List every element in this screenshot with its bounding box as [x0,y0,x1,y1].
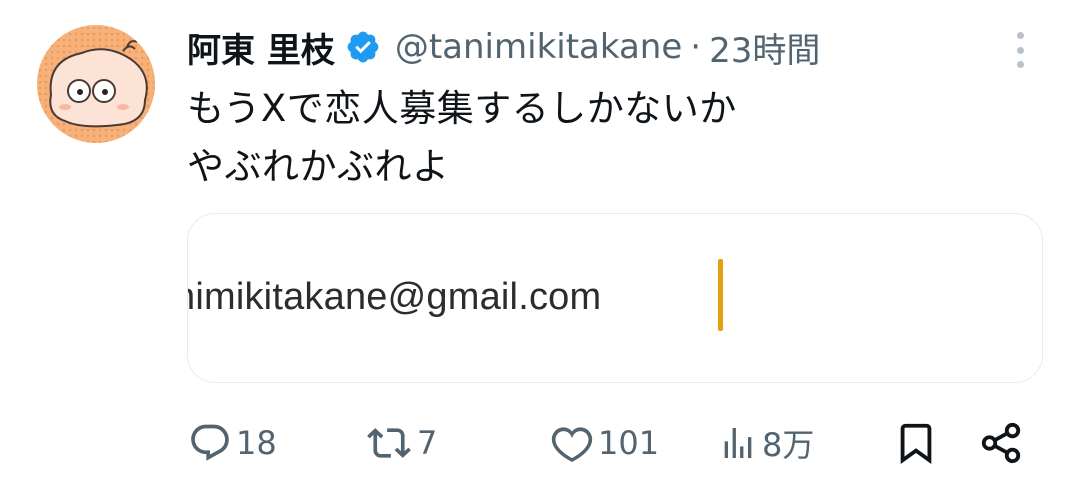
like-button[interactable]: 101 [550,415,659,470]
views-button[interactable]: 8万 [718,415,814,470]
media-card[interactable]: nimikitakane@gmail.com [187,213,1043,383]
action-bar: 18 7 101 8万 [0,415,1080,470]
display-name[interactable]: 阿東 里枝 [187,23,335,72]
share-button[interactable] [978,415,1024,470]
retweet-button[interactable]: 7 [365,415,437,470]
text-caret [718,259,723,331]
more-dot [1016,46,1024,54]
reply-count: 18 [236,423,277,462]
separator-dot: · [690,27,702,67]
retweet-icon [367,427,411,458]
bookmark-icon [900,423,932,464]
tweet-text: もうXで恋人募集するしかないか やぶれかぶれよ [187,80,1027,196]
user-handle[interactable]: @tanimikitakane [395,27,682,67]
media-card-text: nimikitakane@gmail.com [187,276,602,318]
tweet-header: 阿東 里枝 @tanimikitakane · 23時間 [187,22,980,72]
more-options-icon[interactable] [1005,28,1035,72]
bookmark-button[interactable] [893,415,939,470]
retweet-count: 7 [417,423,438,462]
more-dot [1016,61,1024,68]
verified-badge-icon [345,29,381,65]
views-count: 8万 [762,425,815,464]
avatar[interactable] [37,25,155,143]
tweet-text-line: もうXで恋人募集するしかないか [187,87,737,130]
like-count: 101 [598,423,660,462]
timestamp[interactable]: 23時間 [709,23,820,72]
avatar-image [37,25,155,143]
share-icon [981,422,1021,463]
tweet-text-line: やぶれかぶれよ [187,145,450,188]
reply-button[interactable]: 18 [188,415,277,470]
reply-icon [191,424,229,461]
more-dot [1016,32,1024,39]
views-icon [724,427,752,458]
heart-icon [551,426,593,462]
